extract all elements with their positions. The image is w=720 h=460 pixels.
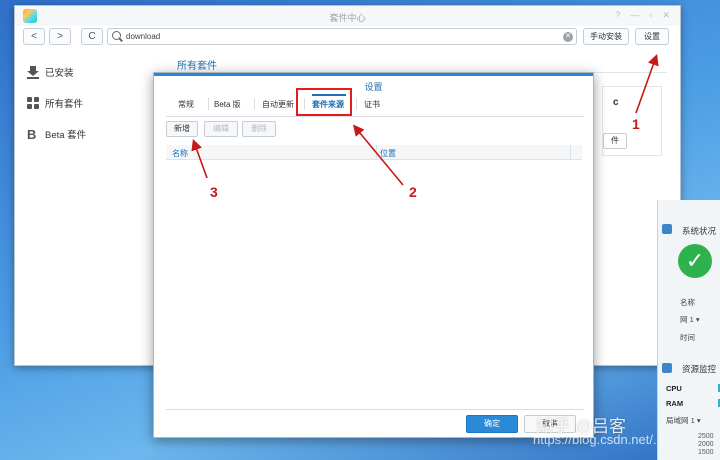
time-label: 时间 — [680, 333, 695, 342]
toolbar: < > C ✕ 手动安装 设置 — [15, 26, 680, 54]
close-icon[interactable]: ✕ — [662, 10, 670, 21]
column-header-name[interactable]: 名称 — [172, 148, 188, 159]
ok-button[interactable]: 确定 — [466, 415, 518, 433]
lan2-label[interactable]: 局域网 1 ▾ — [666, 415, 701, 426]
resource-monitor-title: 资源监控 — [682, 364, 717, 374]
source-table-header: 名称 位置 — [166, 145, 582, 160]
window-title: 套件中心 — [329, 13, 366, 23]
divider — [166, 409, 584, 410]
sidebar-item-all-packages[interactable]: 所有套件 — [27, 95, 83, 111]
delete-button[interactable]: 删除 — [242, 121, 276, 137]
window-titlebar[interactable]: 套件中心 ? — ▫ ✕ — [15, 6, 680, 26]
chart-tick: 1500 — [698, 449, 714, 456]
forward-button[interactable]: > — [49, 28, 71, 45]
edit-button[interactable]: 编辑 — [204, 121, 238, 137]
refresh-button[interactable]: C — [81, 28, 103, 45]
manual-install-button[interactable]: 手动安装 — [583, 28, 629, 45]
cancel-button[interactable]: 取消 — [524, 415, 576, 433]
widget-panel: 系统状况 ✓ 名称 网 1 ▾ 时间 资源监控 CPU RAM 局域网 1 ▾ … — [657, 200, 720, 460]
search-icon — [112, 31, 121, 40]
annotation-number-2: 2 — [409, 184, 417, 200]
maximize-icon[interactable]: ▫ — [649, 10, 652, 21]
sidebar-item-label: 所有套件 — [45, 99, 84, 110]
page-title: 所有套件 — [177, 61, 217, 72]
tab-beta[interactable]: Beta 版 — [214, 99, 241, 110]
highlight-box — [296, 88, 352, 116]
clear-search-icon[interactable]: ✕ — [563, 32, 573, 42]
watermark-url: https://blog.csdn.net/... — [533, 432, 664, 447]
sidebar-item-label: Beta 套件 — [45, 130, 87, 141]
cpu-label: CPU — [666, 384, 682, 393]
search-input[interactable] — [126, 30, 546, 43]
tab-general[interactable]: 常规 — [178, 99, 194, 110]
back-button[interactable]: < — [23, 28, 45, 45]
settings-dialog: 设置 常规 Beta 版 自动更新 套件来源 证书 新增 编辑 删除 名称 位置… — [153, 72, 594, 438]
package-card-button[interactable]: 件 — [603, 133, 627, 149]
add-button[interactable]: 新增 — [166, 121, 198, 137]
name-label: 名称 — [680, 298, 695, 307]
dialog-title: 设置 — [364, 82, 383, 92]
annotation-number-3: 3 — [210, 184, 218, 200]
download-icon — [27, 66, 39, 79]
status-ok-icon: ✓ — [678, 244, 712, 278]
tab-certificate[interactable]: 证书 — [364, 99, 380, 110]
annotation-number-1: 1 — [632, 116, 640, 132]
minimize-icon[interactable]: — — [630, 10, 639, 21]
sidebar-item-beta-packages[interactable]: B Beta 套件 — [27, 126, 86, 142]
search-box[interactable]: ✕ — [107, 28, 577, 45]
tab-auto-update[interactable]: 自动更新 — [262, 99, 294, 110]
grid-icon — [27, 97, 39, 109]
system-status-icon — [662, 224, 672, 234]
package-card-title: c — [613, 97, 619, 108]
column-header-location[interactable]: 位置 — [380, 148, 396, 159]
sidebar: 已安装 所有套件 B Beta 套件 — [15, 54, 163, 364]
help-icon[interactable]: ? — [615, 10, 620, 21]
resource-monitor-icon — [662, 363, 672, 373]
settings-button[interactable]: 设置 — [635, 28, 669, 45]
beta-icon: B — [27, 126, 37, 142]
sidebar-item-installed[interactable]: 已安装 — [27, 64, 74, 80]
dialog-header[interactable]: 设置 — [154, 73, 593, 93]
chart-tick: 2500 — [698, 433, 714, 440]
sidebar-item-label: 已安装 — [45, 68, 74, 79]
ram-label: RAM — [666, 399, 684, 408]
system-status-title: 系统状况 — [682, 226, 717, 236]
lan-label[interactable]: 网 1 ▾ — [680, 314, 700, 325]
divider — [166, 116, 584, 117]
window-controls: ? — ▫ ✕ — [615, 10, 670, 21]
chart-tick: 2000 — [698, 441, 714, 448]
